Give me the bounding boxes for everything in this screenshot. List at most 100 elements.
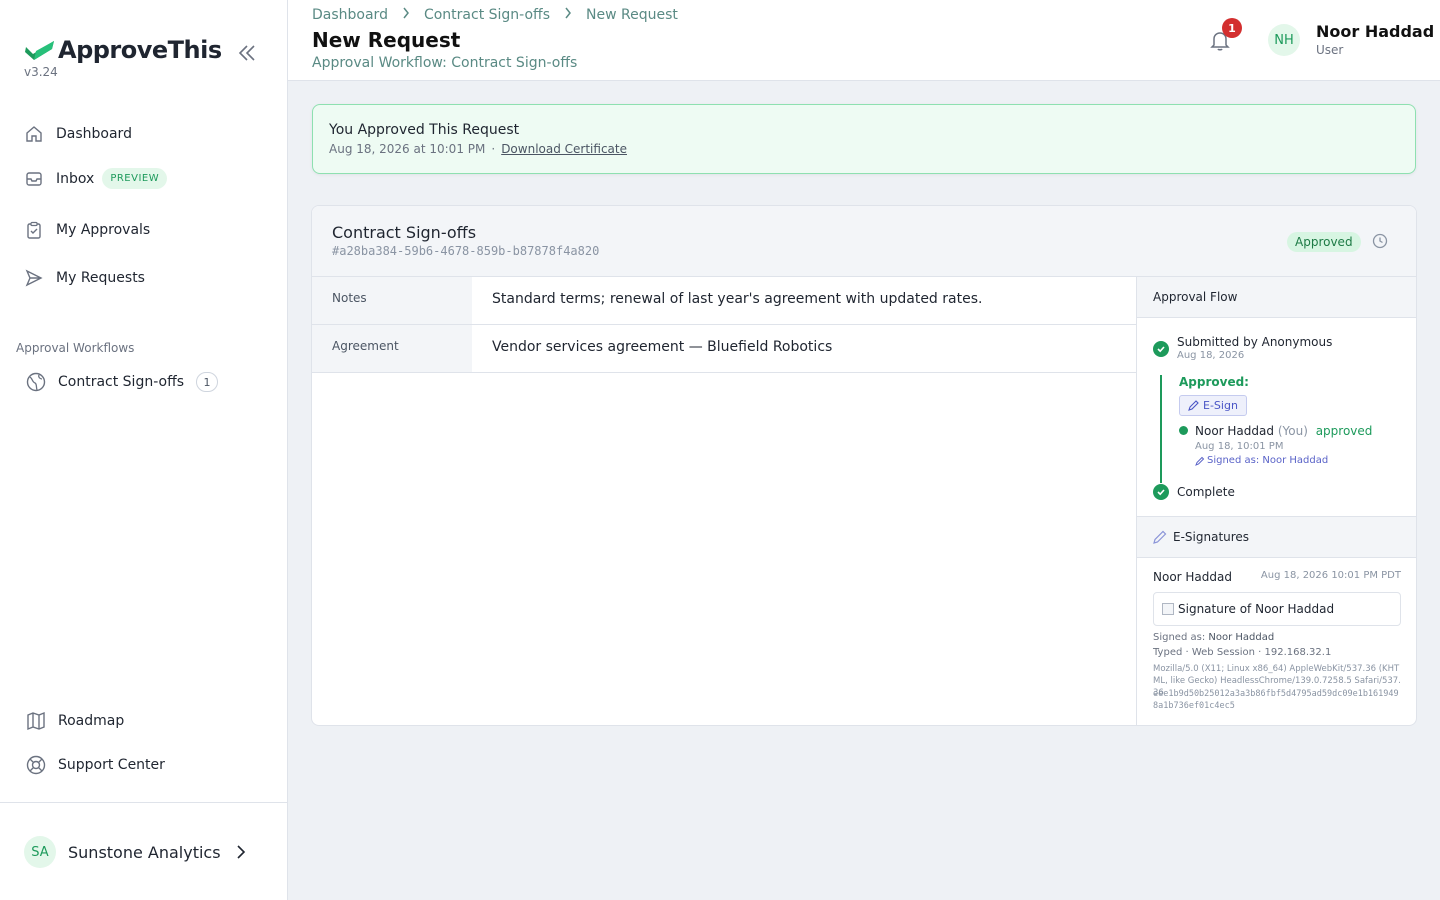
field-row-notes: Notes Standard terms; renewal of last ye… <box>312 277 1136 325</box>
alert-title: You Approved This Request <box>329 122 520 138</box>
approver-status-dot <box>1179 426 1188 435</box>
approval-panel: Approval Flow Submitted by Anonymous Aug… <box>1136 277 1416 725</box>
page-title: New Request <box>312 28 461 52</box>
sidebar-item-my-approvals[interactable]: My Approvals <box>24 220 150 240</box>
page-header: Dashboard Contract Sign-offs New Request… <box>288 0 1440 81</box>
send-icon <box>24 268 44 288</box>
request-card: Contract Sign-offs #a28ba384-59b6-4678-8… <box>311 205 1417 726</box>
sidebar-item-inbox[interactable]: Inbox PREVIEW <box>24 168 168 189</box>
signature-date: Aug 18, 2026 10:01 PM PDT <box>1260 570 1401 581</box>
clipboard-check-icon <box>24 220 44 240</box>
user-avatar[interactable]: NH <box>1268 24 1300 56</box>
pen-icon <box>1195 456 1205 466</box>
check-circle-icon <box>1153 341 1169 357</box>
approver-line: Noor Haddad (You) approved <box>1195 424 1372 438</box>
breadcrumb-contract-signoffs[interactable]: Contract Sign-offs <box>424 7 550 23</box>
sidebar-item-dashboard[interactable]: Dashboard <box>24 124 132 144</box>
request-id: #a28ba384-59b6-4678-859b-b87878f4a820 <box>332 244 600 258</box>
field-row-agreement: Agreement Vendor services agreement — Bl… <box>312 325 1136 373</box>
sidebar-item-contract-signoffs[interactable]: Contract Sign-offs 1 <box>26 372 219 392</box>
inbox-icon <box>24 169 44 189</box>
sidebar-item-label: My Requests <box>56 270 145 286</box>
org-name: Sunstone Analytics <box>68 842 221 862</box>
field-value: Vendor services agreement — Bluefield Ro… <box>492 339 833 355</box>
download-certificate-link[interactable]: Download Certificate <box>501 142 627 156</box>
esign-chip: E-Sign <box>1179 395 1247 416</box>
signature-alt-text: Signature of Noor Haddad <box>1178 602 1335 616</box>
chevron-right-icon <box>402 7 410 23</box>
sidebar: ApproveThis v3.24 Dashboard Inbox PREVIE… <box>0 0 288 900</box>
approval-flow-title: Approval Flow <box>1153 290 1238 304</box>
flow-connector <box>1160 375 1162 483</box>
collapse-sidebar-icon[interactable] <box>236 42 258 64</box>
field-value: Standard terms; renewal of last year's a… <box>492 291 983 307</box>
esignature-entry: Noor Haddad Aug 18, 2026 10:01 PM PDT Si… <box>1137 558 1416 725</box>
breadcrumb: Dashboard Contract Sign-offs New Request <box>312 7 678 23</box>
signed-as-label: Signed as: <box>1153 632 1206 643</box>
page-subtitle: Approval Workflow: Contract Sign-offs <box>312 55 578 71</box>
field-key: Notes <box>312 277 472 324</box>
globe-icon <box>26 372 46 392</box>
app-version: v3.24 <box>24 65 58 79</box>
history-clock-icon[interactable] <box>1372 233 1388 249</box>
sidebar-item-label: Support Center <box>58 757 165 773</box>
sidebar-item-label: Contract Sign-offs <box>58 374 185 390</box>
org-switcher[interactable]: SA Sunstone Analytics <box>24 836 247 868</box>
chevron-right-icon <box>564 7 572 23</box>
signed-as-detail: Signed as: Noor Haddad <box>1153 632 1274 643</box>
lifebuoy-icon <box>26 755 46 775</box>
signed-as-line: Signed as: Noor Haddad <box>1195 455 1328 466</box>
signature-image: Signature of Noor Haddad <box>1153 592 1401 626</box>
app-logo[interactable]: ApproveThis <box>24 36 222 64</box>
workflow-count-badge: 1 <box>196 372 219 392</box>
approver-time: Aug 18, 10:01 PM <box>1195 441 1284 452</box>
section-label-workflows: Approval Workflows <box>16 341 135 355</box>
signature-method: Typed · Web Session · 192.168.32.1 <box>1153 647 1332 658</box>
logo-check-icon <box>25 41 54 60</box>
request-card-header: Contract Sign-offs #a28ba384-59b6-4678-8… <box>312 206 1416 277</box>
sidebar-item-label: Dashboard <box>56 126 132 142</box>
sidebar-item-label: Roadmap <box>58 713 125 729</box>
sidebar-item-label: Inbox <box>56 170 95 187</box>
app-name: ApproveThis <box>58 36 222 64</box>
sidebar-item-roadmap[interactable]: Roadmap <box>26 711 124 731</box>
request-title: Contract Sign-offs <box>332 223 477 242</box>
sidebar-divider <box>0 802 287 803</box>
request-fields: Notes Standard terms; renewal of last ye… <box>312 277 1136 373</box>
approval-flow-heading: Approval Flow <box>1137 277 1416 318</box>
approval-alert: You Approved This Request Aug 18, 2026 a… <box>312 104 1416 174</box>
approval-flow: Submitted by Anonymous Aug 18, 2026 Appr… <box>1137 318 1416 517</box>
user-role: User <box>1316 43 1344 57</box>
esignatures-heading: E-Signatures <box>1137 517 1416 558</box>
user-name[interactable]: Noor Haddad <box>1316 22 1434 41</box>
approver-name: Noor Haddad <box>1195 424 1274 438</box>
signer-name: Noor Haddad <box>1153 570 1232 584</box>
signed-as-name: Noor Haddad <box>1208 632 1275 643</box>
check-circle-icon <box>1153 484 1169 500</box>
signature-hash: eee1b9d50b25012a3a3b86fbf5d4795ad59dc09e… <box>1153 689 1399 711</box>
notification-count-badge: 1 <box>1222 18 1242 38</box>
alert-meta: Aug 18, 2026 at 10:01 PM · Download Cert… <box>329 142 627 156</box>
org-avatar: SA <box>24 836 56 868</box>
submitted-date: Aug 18, 2026 <box>1177 350 1245 361</box>
status-badge: Approved <box>1287 232 1361 252</box>
chevron-right-icon <box>235 844 247 860</box>
field-key: Agreement <box>312 325 472 372</box>
sidebar-item-my-requests[interactable]: My Requests <box>24 268 145 288</box>
alert-separator: · <box>491 142 496 156</box>
home-icon <box>24 124 44 144</box>
broken-image-icon <box>1162 603 1174 615</box>
alert-timestamp: Aug 18, 2026 at 10:01 PM <box>329 142 486 156</box>
approver-you: (You) <box>1277 424 1308 438</box>
preview-badge: PREVIEW <box>102 168 168 189</box>
breadcrumb-dashboard[interactable]: Dashboard <box>312 7 388 23</box>
map-icon <box>26 711 46 731</box>
breadcrumb-new-request[interactable]: New Request <box>586 7 678 23</box>
pen-icon <box>1188 400 1199 411</box>
user-initials: NH <box>1268 24 1300 56</box>
sidebar-item-support-center[interactable]: Support Center <box>26 755 165 775</box>
flow-complete: Complete <box>1177 485 1235 499</box>
signed-as-text: Signed as: Noor Haddad <box>1207 455 1329 466</box>
sidebar-item-label: My Approvals <box>56 222 151 238</box>
approved-label: Approved: <box>1179 375 1249 389</box>
